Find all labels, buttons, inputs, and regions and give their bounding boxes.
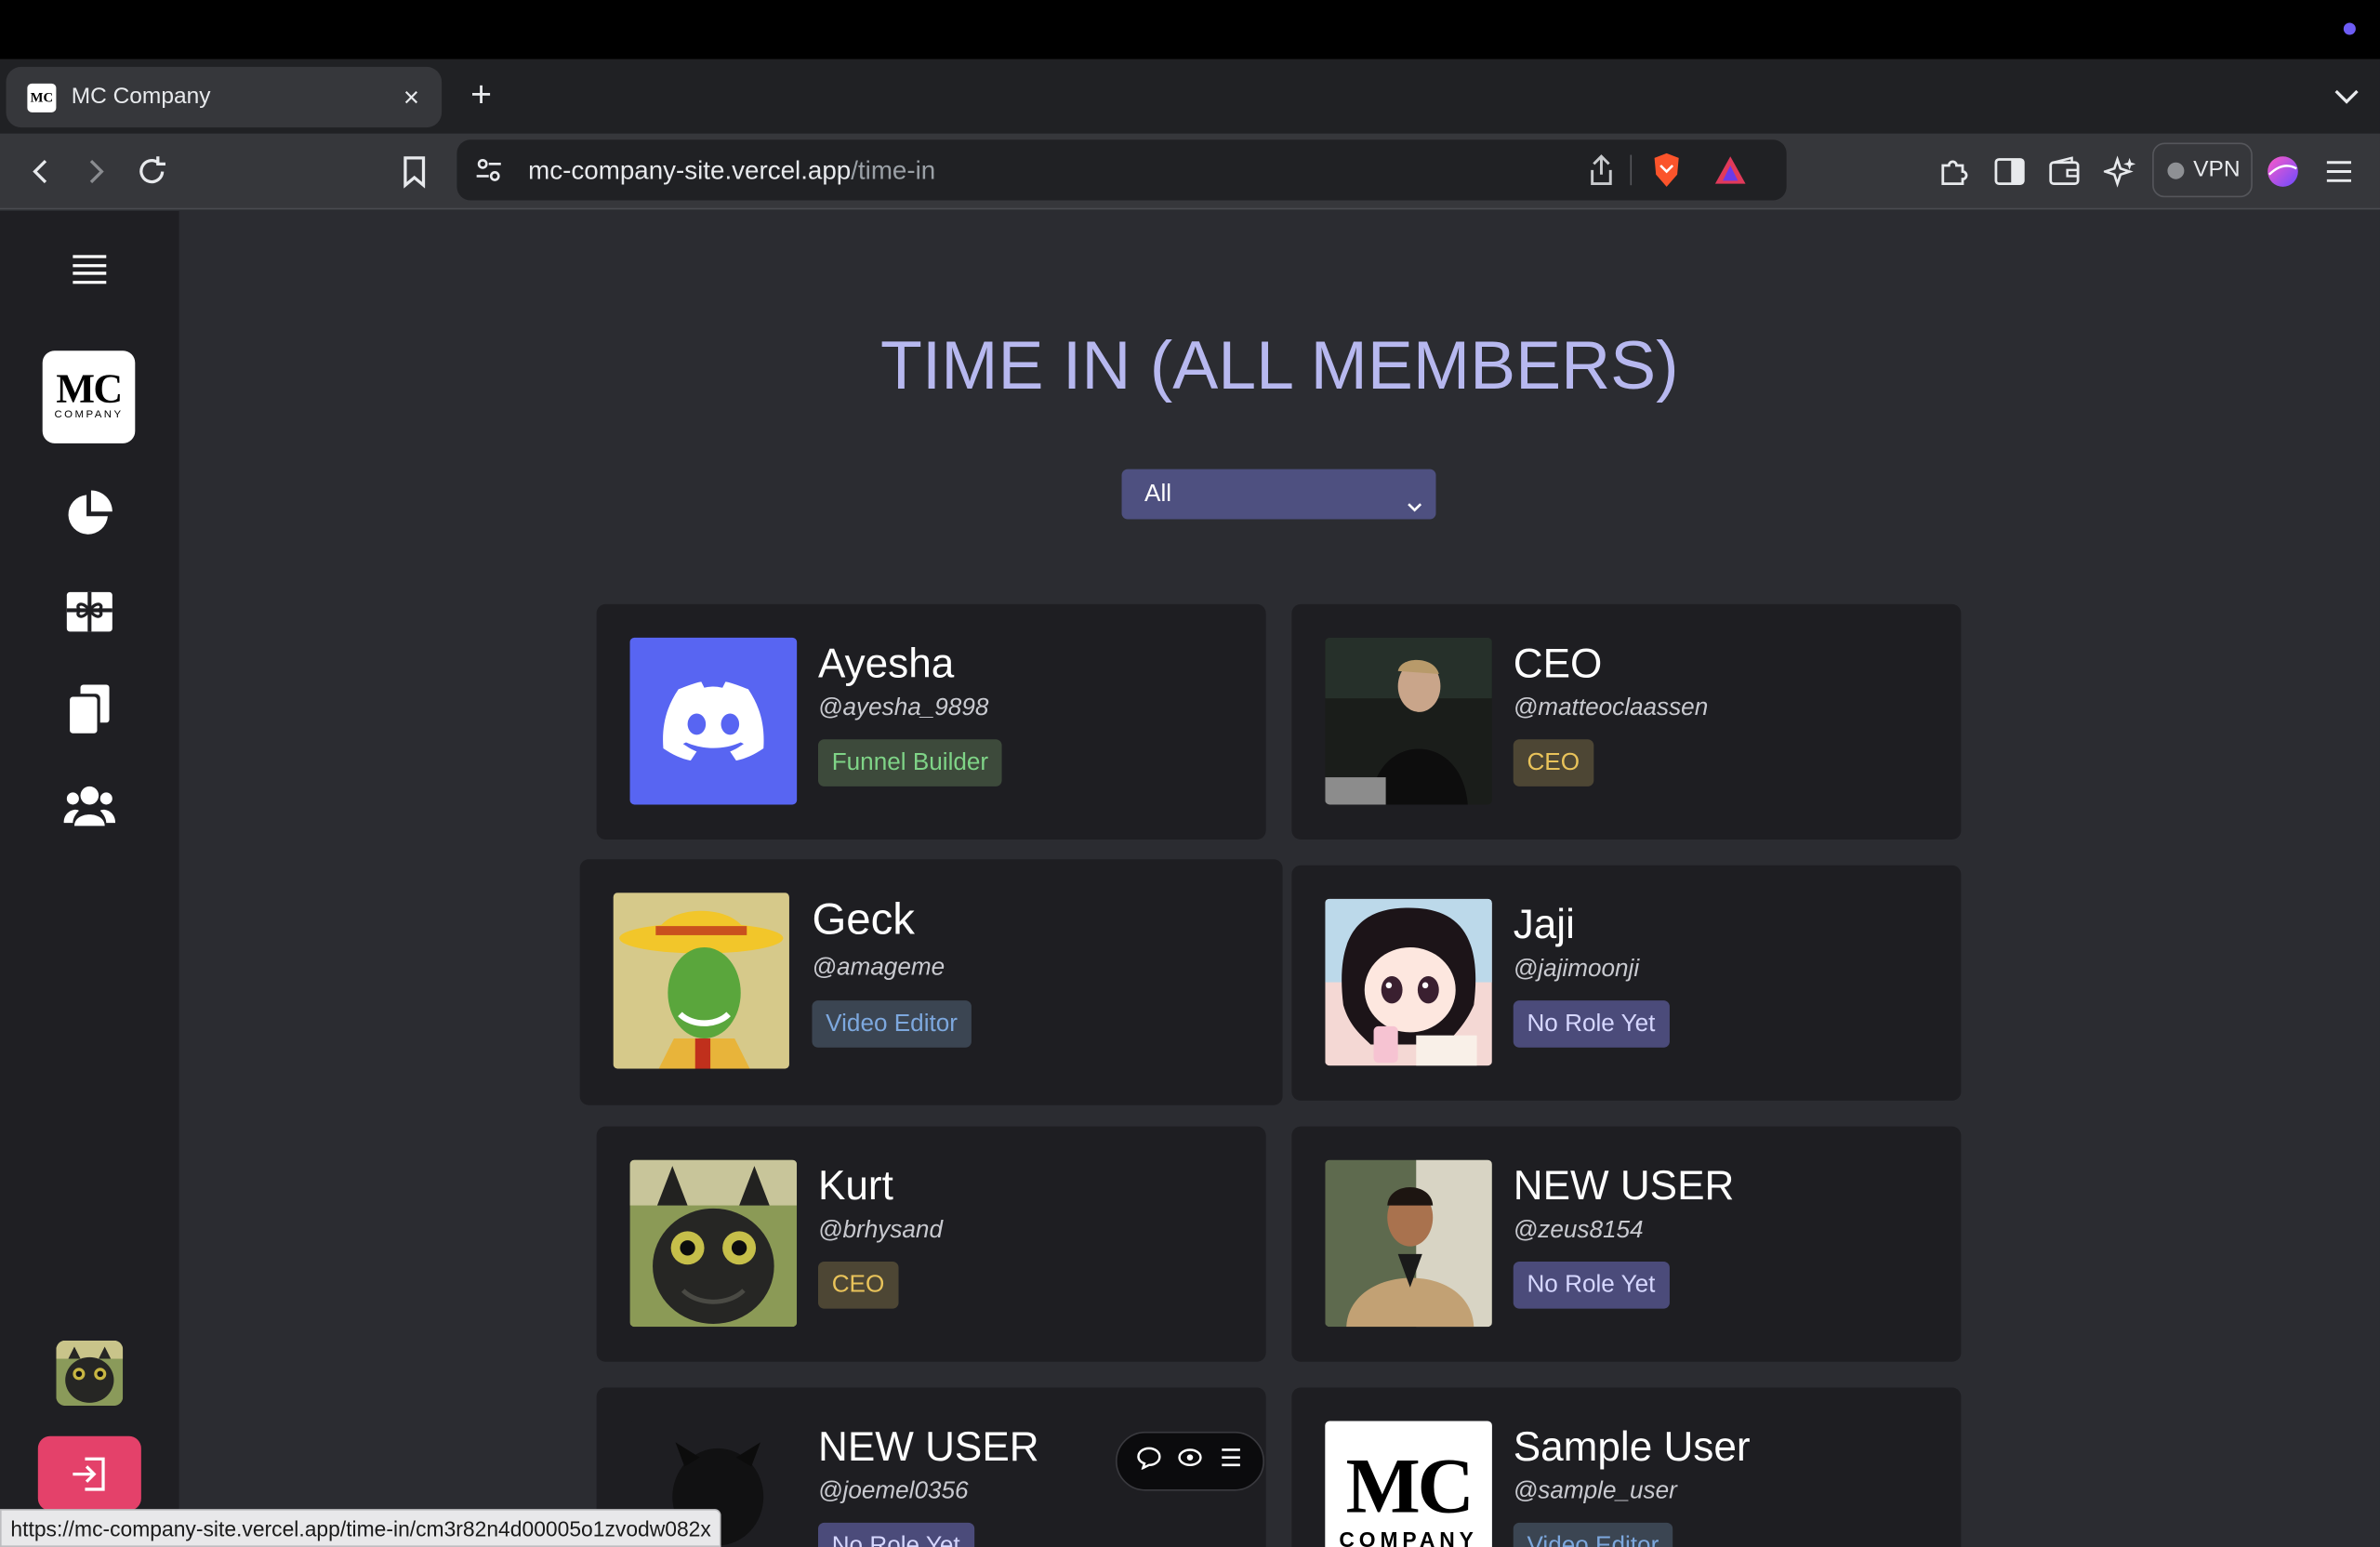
member-name: Kurt xyxy=(817,1162,893,1209)
member-avatar: MC COMPANY xyxy=(1325,1421,1492,1547)
comment-icon[interactable] xyxy=(1137,1446,1162,1477)
role-badge: Video Editor xyxy=(1513,1522,1673,1547)
sidebar-toggle-icon[interactable] xyxy=(1990,152,2029,191)
pie-chart-icon[interactable] xyxy=(60,484,118,542)
member-handle: @zeus8154 xyxy=(1513,1217,1644,1244)
member-avatar xyxy=(613,892,789,1069)
main-content: TIME IN (ALL MEMBERS) All Ayesha @ayesha… xyxy=(178,210,2380,1547)
eye-icon[interactable] xyxy=(1178,1446,1202,1477)
member-avatar xyxy=(1325,637,1492,805)
member-avatar xyxy=(1325,898,1492,1066)
role-badge: No Role Yet xyxy=(817,1522,974,1547)
member-handle: @jajimoonji xyxy=(1513,956,1640,983)
company-logo[interactable]: MC COMPANY xyxy=(42,350,136,443)
logout-button[interactable] xyxy=(37,1435,141,1511)
role-badge: No Role Yet xyxy=(1513,1261,1670,1309)
member-name: Ayesha xyxy=(817,641,955,687)
hamburger-menu-icon[interactable] xyxy=(60,240,118,298)
member-card[interactable]: Ayesha @ayesha_9898 Funnel Builder xyxy=(596,603,1266,840)
app-sidebar: MC COMPANY xyxy=(0,210,179,1547)
member-card[interactable]: Jaji @jajimoonji No Role Yet xyxy=(1291,865,1962,1101)
browser-tab[interactable]: MC MC Company × xyxy=(6,66,443,128)
member-card[interactable]: MC COMPANY Sample User @sample_user Vide… xyxy=(1291,1387,1962,1547)
discord-logo-icon xyxy=(663,681,764,761)
role-badge: Video Editor xyxy=(812,1000,972,1048)
divider xyxy=(1630,154,1633,186)
role-badge: CEO xyxy=(1513,739,1593,787)
vpn-button[interactable]: VPN xyxy=(2152,142,2253,198)
member-card[interactable]: Kurt @brhysand CEO xyxy=(596,1126,1266,1362)
member-handle: @sample_user xyxy=(1513,1478,1677,1505)
member-handle: @matteoclaassen xyxy=(1513,694,1709,721)
user-avatar[interactable] xyxy=(56,1340,124,1407)
status-dot xyxy=(2343,22,2356,35)
reload-icon[interactable] xyxy=(132,152,171,191)
member-name: Sample User xyxy=(1513,1423,1751,1470)
tab-title: MC Company xyxy=(71,83,211,110)
extensions-icon[interactable] xyxy=(1934,152,1973,191)
bookmark-icon[interactable] xyxy=(394,152,433,191)
member-handle: @ayesha_9898 xyxy=(817,694,989,721)
member-card[interactable]: NEW USER @zeus8154 No Role Yet xyxy=(1291,1126,1962,1362)
new-tab-button[interactable]: + xyxy=(463,72,499,120)
url-text: mc-company-site.vercel.app/time-in xyxy=(528,156,936,186)
back-icon[interactable] xyxy=(21,152,60,191)
member-card[interactable]: CEO @matteoclaassen CEO xyxy=(1291,603,1962,840)
member-card[interactable]: Geck @amageme Video Editor xyxy=(579,859,1283,1105)
role-badge: Funnel Builder xyxy=(817,739,1002,787)
filter-selected-value: All xyxy=(1144,481,1172,508)
page-title: TIME IN (ALL MEMBERS) xyxy=(880,326,1679,404)
member-name: NEW USER xyxy=(1513,1162,1735,1209)
chevron-down-icon xyxy=(1406,484,1424,512)
member-name: CEO xyxy=(1513,641,1603,687)
os-menu-bar xyxy=(0,0,2380,60)
favicon-icon: MC xyxy=(27,83,57,112)
brave-rewards-icon[interactable] xyxy=(1711,151,1750,190)
role-badge: No Role Yet xyxy=(1513,1000,1670,1048)
tab-close-icon[interactable]: × xyxy=(396,79,427,115)
tab-strip: MC MC Company × + xyxy=(0,59,2380,134)
link-status-bar: https://mc-company-site.vercel.app/time-… xyxy=(0,1509,722,1547)
member-handle: @amageme xyxy=(812,955,945,981)
profile-icon[interactable] xyxy=(2263,152,2302,191)
forward-icon[interactable] xyxy=(76,152,115,191)
copy-icon[interactable] xyxy=(60,681,118,738)
address-bar[interactable]: mc-company-site.vercel.app/time-in xyxy=(456,139,1787,201)
browser-toolbar: mc-company-site.vercel.app/time-in VPN xyxy=(0,133,2380,210)
brave-shield-icon[interactable] xyxy=(1646,151,1686,190)
site-settings-icon[interactable] xyxy=(469,151,508,190)
floating-toolbar xyxy=(1115,1431,1264,1491)
role-filter-select[interactable]: All xyxy=(1121,469,1436,520)
list-icon[interactable] xyxy=(1218,1446,1242,1477)
member-name: Jaji xyxy=(1513,901,1575,947)
gift-icon[interactable] xyxy=(60,583,118,641)
member-handle: @brhysand xyxy=(817,1217,943,1244)
member-name: NEW USER xyxy=(817,1423,1039,1470)
chevron-down-icon[interactable] xyxy=(2332,77,2362,113)
leo-ai-icon[interactable] xyxy=(2101,152,2140,191)
menu-icon[interactable] xyxy=(2320,152,2359,191)
share-icon[interactable] xyxy=(1581,151,1620,190)
role-badge: CEO xyxy=(817,1261,898,1309)
member-avatar xyxy=(1325,1159,1492,1328)
member-avatar xyxy=(629,1159,798,1328)
member-handle: @joemel0356 xyxy=(817,1478,969,1505)
wallet-icon[interactable] xyxy=(2044,152,2083,191)
member-name: Geck xyxy=(812,895,915,945)
member-avatar xyxy=(629,637,798,805)
vpn-status-dot xyxy=(2167,162,2185,179)
users-icon[interactable] xyxy=(60,777,118,835)
